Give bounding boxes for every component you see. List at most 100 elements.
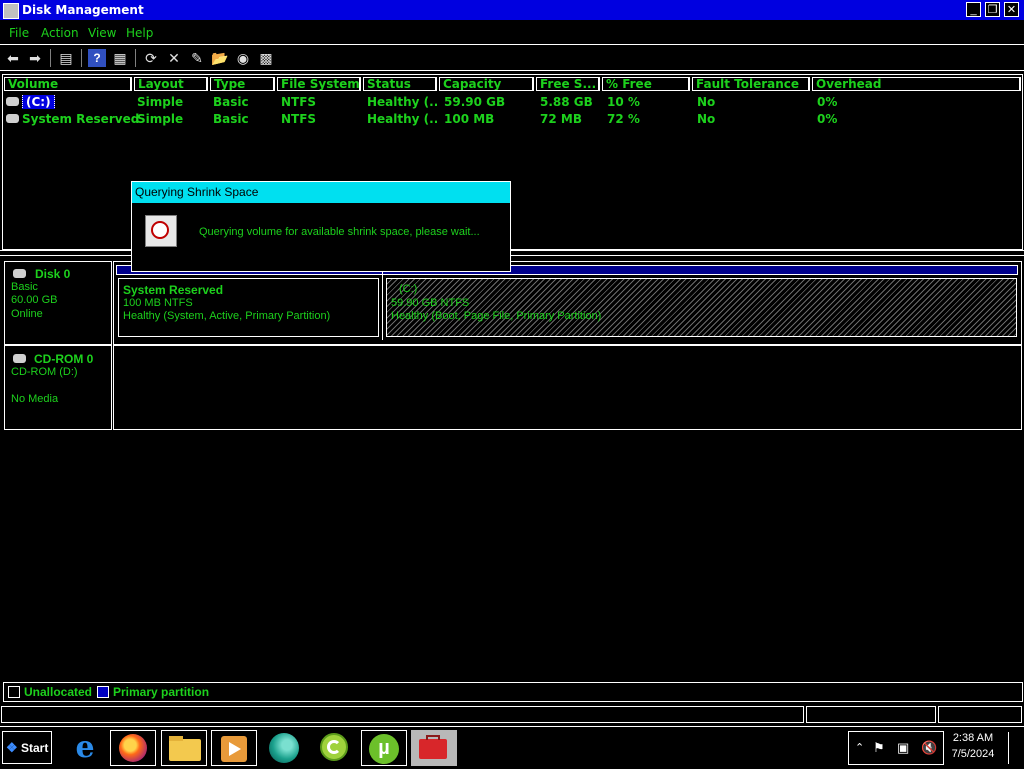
clock-time[interactable]: 2:38 AM <box>943 732 1003 744</box>
network-icon[interactable]: ▣ <box>897 740 909 756</box>
settings-icon[interactable]: ▩ <box>257 49 275 67</box>
start-button[interactable]: ❖ Start <box>2 731 52 764</box>
show-desktop-button[interactable] <box>1008 732 1023 764</box>
column-header-status[interactable]: Status <box>363 77 437 91</box>
restore-button[interactable]: ❐ <box>985 2 1000 17</box>
minimize-button[interactable]: _ <box>966 2 981 17</box>
overhead-cell: 0% <box>817 95 838 109</box>
column-header-percent-free[interactable]: % Free <box>602 77 690 91</box>
explore-icon[interactable]: ◉ <box>234 49 252 67</box>
menu-help[interactable]: Help <box>126 26 153 40</box>
toolbox-icon[interactable] <box>411 730 457 766</box>
action-center-flag-icon[interactable]: ⚑ <box>873 740 885 756</box>
disk-management-icon <box>3 3 19 19</box>
toolbox-handle <box>426 735 440 740</box>
disk-type: Basic <box>11 281 38 293</box>
partition-name: System Reserved <box>123 283 224 297</box>
disk-state: Online <box>11 308 43 320</box>
clock-date[interactable]: 7/5/2024 <box>943 748 1003 760</box>
internet-explorer-icon[interactable]: e <box>62 730 108 766</box>
media-player-icon[interactable] <box>211 730 257 766</box>
partition-size: 100 MB NTFS <box>123 297 193 309</box>
dialog-title: Querying Shrink Space <box>132 182 510 203</box>
toolbar-separator <box>50 49 51 67</box>
fault-tolerance-cell: No <box>697 95 716 109</box>
properties-icon[interactable]: ▦ <box>111 49 129 67</box>
drive-icon <box>6 114 19 123</box>
help-icon[interactable]: ? <box>88 49 106 67</box>
volume-name: System Reserved <box>22 112 140 126</box>
disk-size: 60.00 GB <box>11 294 58 306</box>
column-header-fault-tolerance[interactable]: Fault Tolerance <box>692 77 810 91</box>
menu-view[interactable]: View <box>88 26 116 40</box>
folder-tab <box>169 736 183 741</box>
disk-name: Disk 0 <box>35 267 71 281</box>
dialog-message: Querying volume for available shrink spa… <box>199 226 480 238</box>
status-cell: Healthy (... <box>367 112 437 126</box>
status-bar-main <box>1 706 804 723</box>
partition-c-drive[interactable]: (C:) 59.90 GB NTFS Healthy (Boot, Page F… <box>386 278 1017 337</box>
partition-system-reserved[interactable]: System Reserved 100 MB NTFS Healthy (Sys… <box>118 278 379 337</box>
play-glyph <box>229 742 241 756</box>
ccleaner-c <box>327 740 341 754</box>
cdrom-0-label[interactable]: CD-ROM 0 CD-ROM (D:) No Media <box>4 345 112 430</box>
column-header-overhead[interactable]: Overhead <box>812 77 1021 91</box>
type-cell: Basic <box>213 95 249 109</box>
close-button[interactable]: ✕ <box>1004 2 1019 17</box>
capacity-cell: 100 MB <box>444 112 495 126</box>
rename-icon[interactable]: ✎ <box>188 49 206 67</box>
toolbar: ⬅ ➡ ▤ ? ▦ ⟳ ✕ ✎ 📂 ◉ ▩ <box>0 46 1024 71</box>
status-bar-segment <box>806 706 936 723</box>
partition-status: Healthy (Boot, Page File, Primary Partit… <box>391 310 602 322</box>
primary-partition-swatch <box>97 686 109 698</box>
volume-muted-icon[interactable]: 🔇 <box>921 740 937 756</box>
refresh-icon[interactable]: ⟳ <box>142 49 160 67</box>
legend-bar: Unallocated Primary partition <box>3 682 1023 702</box>
menu-file[interactable]: File <box>9 26 29 40</box>
percent-free-cell: 72 % <box>607 112 640 126</box>
ccleaner-icon[interactable] <box>312 730 358 766</box>
toolbox-glyph <box>419 739 447 759</box>
fault-tolerance-cell: No <box>697 112 716 126</box>
menu-action[interactable]: Action <box>41 26 79 40</box>
disk-name: CD-ROM 0 <box>34 352 94 366</box>
disk-type: CD-ROM (D:) <box>11 366 78 378</box>
file-explorer-icon[interactable] <box>161 730 207 766</box>
cdrom-0-area <box>113 345 1022 430</box>
firefox-icon[interactable] <box>110 730 156 766</box>
column-header-file-system[interactable]: File System <box>277 77 361 91</box>
column-header-capacity[interactable]: Capacity <box>439 77 534 91</box>
cdrom-icon <box>13 354 26 363</box>
disk-0-label[interactable]: Disk 0 Basic 60.00 GB Online <box>4 261 112 345</box>
hard-disk-icon <box>13 269 26 278</box>
title-bar: Disk Management _ ❐ ✕ <box>0 0 1024 20</box>
percent-free-cell: 10 % <box>607 95 640 109</box>
ie-glyph: e <box>75 730 95 765</box>
delete-icon[interactable]: ✕ <box>165 49 183 67</box>
file-system-cell: NTFS <box>281 95 317 109</box>
partition-name: (C:) <box>399 283 418 295</box>
column-header-type[interactable]: Type <box>210 77 275 91</box>
status-cell: Healthy (... <box>367 95 437 109</box>
toolbar-separator <box>135 49 136 67</box>
column-header-free-space[interactable]: Free S... <box>536 77 600 91</box>
table-row[interactable]: (C:) Simple Basic NTFS Healthy (... 59.9… <box>3 94 1020 110</box>
partition-status: Healthy (System, Active, Primary Partiti… <box>123 310 331 322</box>
forward-icon[interactable]: ➡ <box>26 49 44 67</box>
volume-name: (C:) <box>22 95 55 109</box>
open-icon[interactable]: 📂 <box>211 49 229 67</box>
disk-state: No Media <box>11 393 59 405</box>
list-view-icon[interactable]: ▤ <box>57 49 75 67</box>
column-header-volume[interactable]: Volume <box>4 77 132 91</box>
menu-bar: File Action View Help <box>0 22 1024 45</box>
edge-icon[interactable] <box>262 730 308 766</box>
show-hidden-icons-icon[interactable]: ⌃ <box>855 741 864 754</box>
utorrent-icon[interactable]: µ <box>361 730 407 766</box>
back-icon[interactable]: ⬅ <box>4 49 22 67</box>
column-header-layout[interactable]: Layout <box>134 77 208 91</box>
window-title: Disk Management <box>22 3 144 17</box>
querying-shrink-space-dialog: Querying Shrink Space Querying volume fo… <box>131 181 511 272</box>
table-row[interactable]: System Reserved Simple Basic NTFS Health… <box>3 111 1020 127</box>
legend-primary-partition: Primary partition <box>113 685 210 699</box>
partition-size: 59.90 GB NTFS <box>391 297 470 309</box>
